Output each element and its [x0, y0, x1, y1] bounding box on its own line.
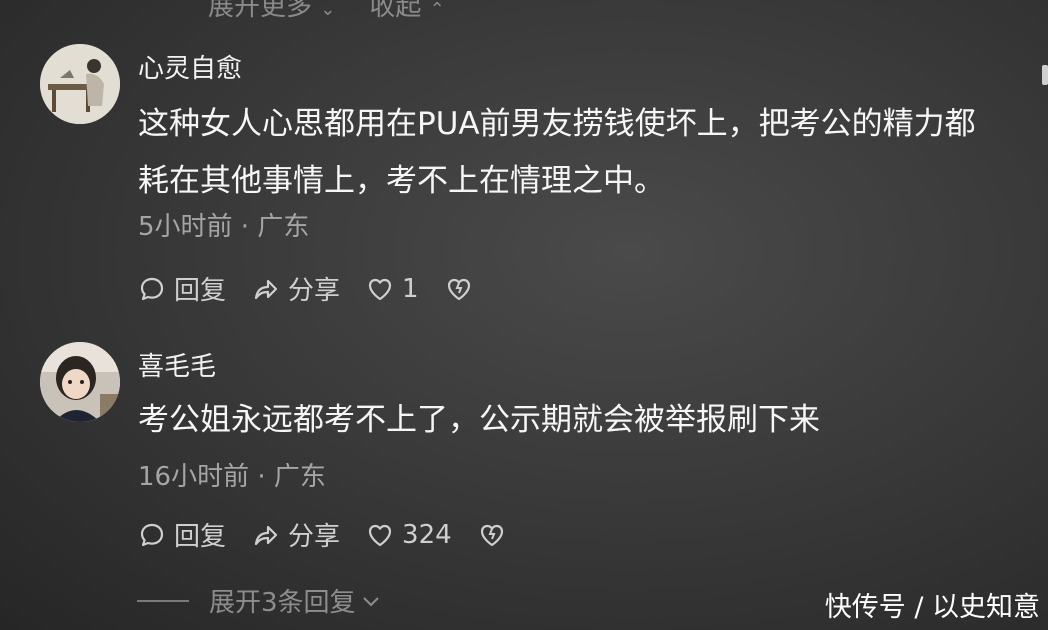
comment-item: 喜毛毛 考公姐永远都考不上了，公示期就会被举报刷下来 16小时前 · 广东 回复…: [40, 0, 1040, 630]
reply-label: 回复: [174, 522, 227, 552]
comment-text: 考公姐永远都考不上了，公示期就会被举报刷下来: [138, 392, 1048, 449]
reply-button[interactable]: 回复: [138, 516, 226, 553]
comment-line: 考公姐永远都考不上了，公示期就会被举报刷下来: [138, 402, 820, 438]
comment-meta: 16小时前 · 广东: [138, 462, 326, 492]
like-count: 324: [402, 519, 452, 550]
chat-bubble-icon: [140, 523, 164, 546]
expand-replies-button[interactable]: 展开3条回复: [137, 582, 382, 619]
share-button[interactable]: 分享: [252, 516, 340, 553]
watermark: 快传号 / 以史知意: [824, 592, 1040, 623]
heart-icon: [368, 524, 392, 546]
share-arrow-icon: [254, 525, 278, 545]
share-label: 分享: [288, 522, 341, 552]
broken-heart-icon: [480, 524, 503, 546]
avatar[interactable]: [40, 342, 120, 422]
chevron-down-icon: [362, 596, 379, 606]
comment-actions: 回复 分享 324: [138, 516, 540, 553]
like-button[interactable]: 324: [366, 520, 452, 550]
scroll-indicator: [1042, 65, 1048, 85]
expand-replies-label: 展开3条回复: [209, 588, 356, 618]
dislike-button[interactable]: [478, 521, 514, 549]
username[interactable]: 喜毛毛: [138, 346, 216, 383]
divider-line: [137, 599, 189, 602]
